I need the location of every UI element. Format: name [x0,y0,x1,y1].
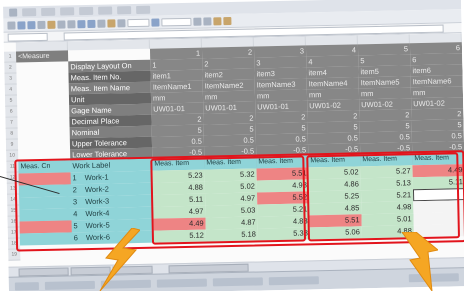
menu-item-format-icon[interactable] [98,6,113,15]
menu-item-tools-icon[interactable] [117,6,132,15]
bold-icon[interactable] [193,17,202,26]
paste-icon[interactable] [67,19,76,28]
highlight-box-gage-01 [150,155,307,245]
zoom-icon[interactable] [127,18,150,27]
measure-mode-label: <Measure [15,50,69,63]
redo-icon[interactable] [87,19,96,28]
chart-icon[interactable] [117,18,126,27]
sum-icon[interactable] [97,19,106,28]
font-name-select-icon[interactable] [161,17,192,26]
print-icon[interactable] [37,20,46,29]
row-number[interactable]: 3 [4,73,17,85]
cut-icon[interactable] [47,20,56,29]
menu-item-file-icon[interactable] [22,8,37,17]
new-file-icon[interactable] [7,21,16,30]
save-icon[interactable] [27,20,36,29]
column-header[interactable] [67,39,150,51]
start-button-icon[interactable] [14,282,39,291]
taskbar-item-5[interactable] [268,276,319,286]
italic-icon[interactable] [203,16,212,26]
app-icon [9,8,18,17]
row-number[interactable]: 7 [5,117,18,129]
row-number[interactable]: 2 [4,62,17,74]
taskbar-item-1[interactable] [44,280,95,290]
name-box[interactable] [7,32,48,42]
row-number[interactable]: 5 [4,95,18,107]
highlight-box-gage-02 [306,152,461,242]
undo-icon[interactable] [77,19,86,28]
fill-color-icon[interactable] [213,16,222,25]
sort-icon[interactable] [107,18,116,28]
row-number[interactable]: 8 [5,128,18,140]
worksheet-grid[interactable]: 1 2 3 4 5 6 7 8 9 10 11 12 13 14 15 16 17 18 19 <Measure 1… [3,33,464,267]
row-number[interactable]: 9 [5,139,19,151]
menu-item-insert-icon[interactable] [79,6,94,16]
font-color-icon[interactable] [223,16,232,25]
menu-item-edit-icon[interactable] [41,7,56,16]
row-number[interactable]: 6 [5,106,18,118]
copy-icon[interactable] [57,19,66,29]
lightning-arrow-left-icon [99,228,140,291]
lightning-arrow-right-icon [401,232,438,291]
menu-item-data-icon[interactable] [136,5,151,14]
taskbar-item-3[interactable] [156,278,207,288]
spreadsheet-window: 1 2 3 4 5 6 7 8 9 10 11 12 13 14 15 16 17 18 19 <Measure 1… [0,0,464,291]
row-number[interactable]: 1 [3,51,17,63]
row-number[interactable]: 4 [4,84,17,96]
help-icon[interactable] [151,17,160,27]
open-file-icon[interactable] [17,20,26,29]
menu-item-view-icon[interactable] [60,7,75,16]
taskbar-item-4[interactable] [212,277,263,287]
